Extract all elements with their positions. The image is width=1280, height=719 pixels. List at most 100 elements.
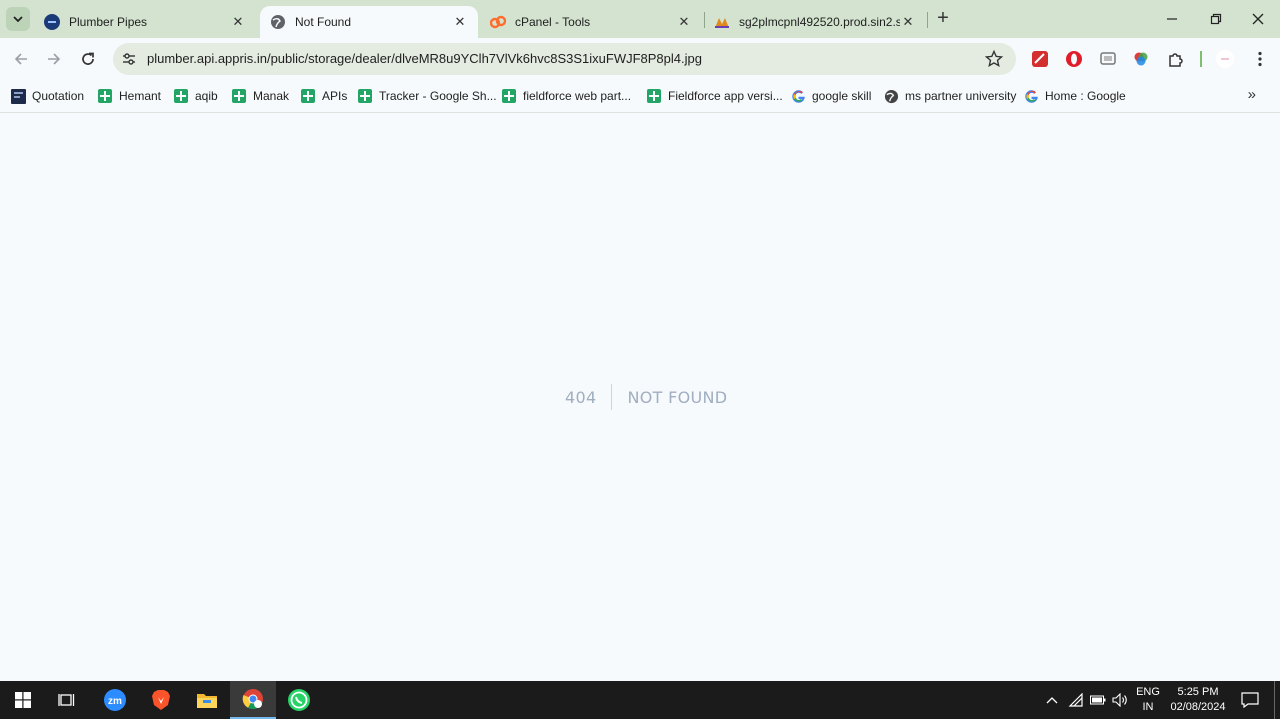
tab-not-found[interactable]: Not Found ✕ [260,6,478,38]
clock-time: 5:25 PM [1177,686,1219,698]
file-explorer-button[interactable] [184,681,230,719]
bookmark-label: APIs [322,89,348,103]
brave-browser-button[interactable] [138,681,184,719]
tab-title: Not Found [295,15,352,29]
arrow-left-icon [14,53,27,65]
bookmark-label: Quotation [32,89,85,103]
notification-icon [1241,692,1259,708]
bookmark-label: Fieldforce app versi... [668,89,783,103]
restore-button[interactable] [1194,0,1238,38]
whatsapp-icon [288,689,310,711]
server-panel-icon [714,14,730,30]
bookmark-star-icon[interactable] [984,49,1004,69]
globe-icon [270,14,286,30]
bookmark-aqib[interactable]: aqib [173,86,218,106]
tab-title: sg2plmcpnl492520.prod.sin2.se [739,15,900,29]
plumber-favicon-icon [44,14,60,30]
network-button[interactable] [1066,681,1086,719]
sheets-icon [97,88,113,104]
opera-extension-icon[interactable] [1064,49,1084,69]
bookmark-home-google[interactable]: Home : Google [1023,86,1126,106]
tab-cpanel-tools[interactable]: cPanel - Tools ✕ [480,6,702,38]
svg-text:zm: zm [108,696,122,707]
tab-server[interactable]: sg2plmcpnl492520.prod.sin2.se ✕ [704,6,926,38]
battery-icon [1090,695,1106,705]
bookmarks-bar: Quotation Hemant aqib Manak APIs Tracker… [0,80,1280,113]
close-tab-icon[interactable]: ✕ [676,14,692,30]
tab-plumber-pipes[interactable]: Plumber Pipes ✕ [34,6,256,38]
page-content: 404 NOT FOUND [0,114,1280,681]
tab-strip: Plumber Pipes ✕ Not Found ✕ cPanel - Too… [0,0,1280,38]
close-tab-icon[interactable]: ✕ [230,14,246,30]
error-message: 404 NOT FOUND [565,384,727,410]
start-button[interactable] [0,681,46,719]
forward-button[interactable] [40,45,68,73]
task-view-button[interactable] [44,681,90,719]
bookmark-label: google skill [812,89,872,103]
show-hidden-icons-button[interactable] [1042,681,1062,719]
brave-lion-icon [152,690,170,710]
cast-extension-icon[interactable] [1098,49,1118,69]
bookmark-label: Manak [253,89,290,103]
arrow-right-icon [48,53,61,65]
chevron-up-icon [1046,697,1058,704]
bookmark-ms-partner[interactable]: ms partner university [883,86,1016,106]
bookmark-label: fieldforce web part... [523,89,632,103]
bookmark-hemant[interactable]: Hemant [97,86,161,106]
google-icon [790,88,806,104]
battery-button[interactable] [1088,681,1108,719]
cpanel-icon [490,14,506,30]
close-tab-icon[interactable]: ✕ [452,14,468,30]
system-clock[interactable]: 5:25 PM 02/08/2024 [1165,685,1231,715]
bookmark-fieldforce-app[interactable]: Fieldforce app versi... [646,86,783,106]
profile-avatar-icon[interactable] [1215,49,1235,69]
input-language-indicator[interactable]: ENG IN [1134,685,1162,715]
tab-title: cPanel - Tools [515,15,591,29]
volume-button[interactable] [1110,681,1130,719]
sheets-icon [501,88,517,104]
close-icon [1252,13,1264,25]
color-picker-extension-icon[interactable] [1131,49,1151,69]
quotation-icon [10,88,26,104]
error-text: NOT FOUND [627,387,728,407]
bookmark-tracker[interactable]: Tracker - Google Sh... [357,86,497,106]
notifications-button[interactable] [1236,681,1264,719]
folder-icon [197,694,217,708]
zoom-app-button[interactable]: zm [92,681,138,719]
bookmark-fieldforce-web[interactable]: fieldforce web part... [501,86,631,106]
address-bar[interactable]: plumber.api.appris.in/public/storage/dea… [113,43,1016,75]
close-window-button[interactable] [1236,0,1280,38]
globe-icon [883,88,899,104]
show-desktop-button[interactable] [1274,681,1280,719]
bookmark-label: aqib [195,89,218,103]
language-code: ENG [1136,686,1160,698]
minimize-button[interactable] [1150,0,1194,38]
close-tab-icon[interactable]: ✕ [900,14,916,30]
chrome-menu-icon[interactable] [1250,49,1270,69]
pdf-extension-icon[interactable] [1030,49,1050,69]
whatsapp-button[interactable] [276,681,322,719]
bookmark-label: Hemant [119,89,162,103]
tab-title: Plumber Pipes [69,15,148,29]
bookmark-quotation[interactable]: Quotation [10,86,84,106]
windows-logo-icon [15,692,31,708]
sheets-icon [357,88,373,104]
extensions-puzzle-icon[interactable] [1166,49,1186,69]
bookmark-google-skill[interactable]: google skill [790,86,871,106]
bookmark-manak[interactable]: Manak [231,86,289,106]
bookmarks-overflow-icon[interactable]: » [1248,86,1256,103]
chrome-taskbar-button[interactable] [230,681,276,719]
back-button[interactable] [7,45,35,73]
url-text[interactable]: plumber.api.appris.in/public/storage/dea… [147,51,702,66]
sheets-icon [300,88,316,104]
site-settings-icon[interactable] [119,49,139,69]
clock-date: 02/08/2024 [1170,701,1226,713]
new-tab-button[interactable]: + [932,8,954,30]
reload-icon [82,52,94,65]
google-icon [1023,88,1039,104]
tab-search-button[interactable] [6,7,30,31]
restore-icon [1210,13,1222,25]
bookmark-apis[interactable]: APIs [300,86,347,106]
reload-button[interactable] [74,45,102,73]
region-code: IN [1142,701,1154,713]
